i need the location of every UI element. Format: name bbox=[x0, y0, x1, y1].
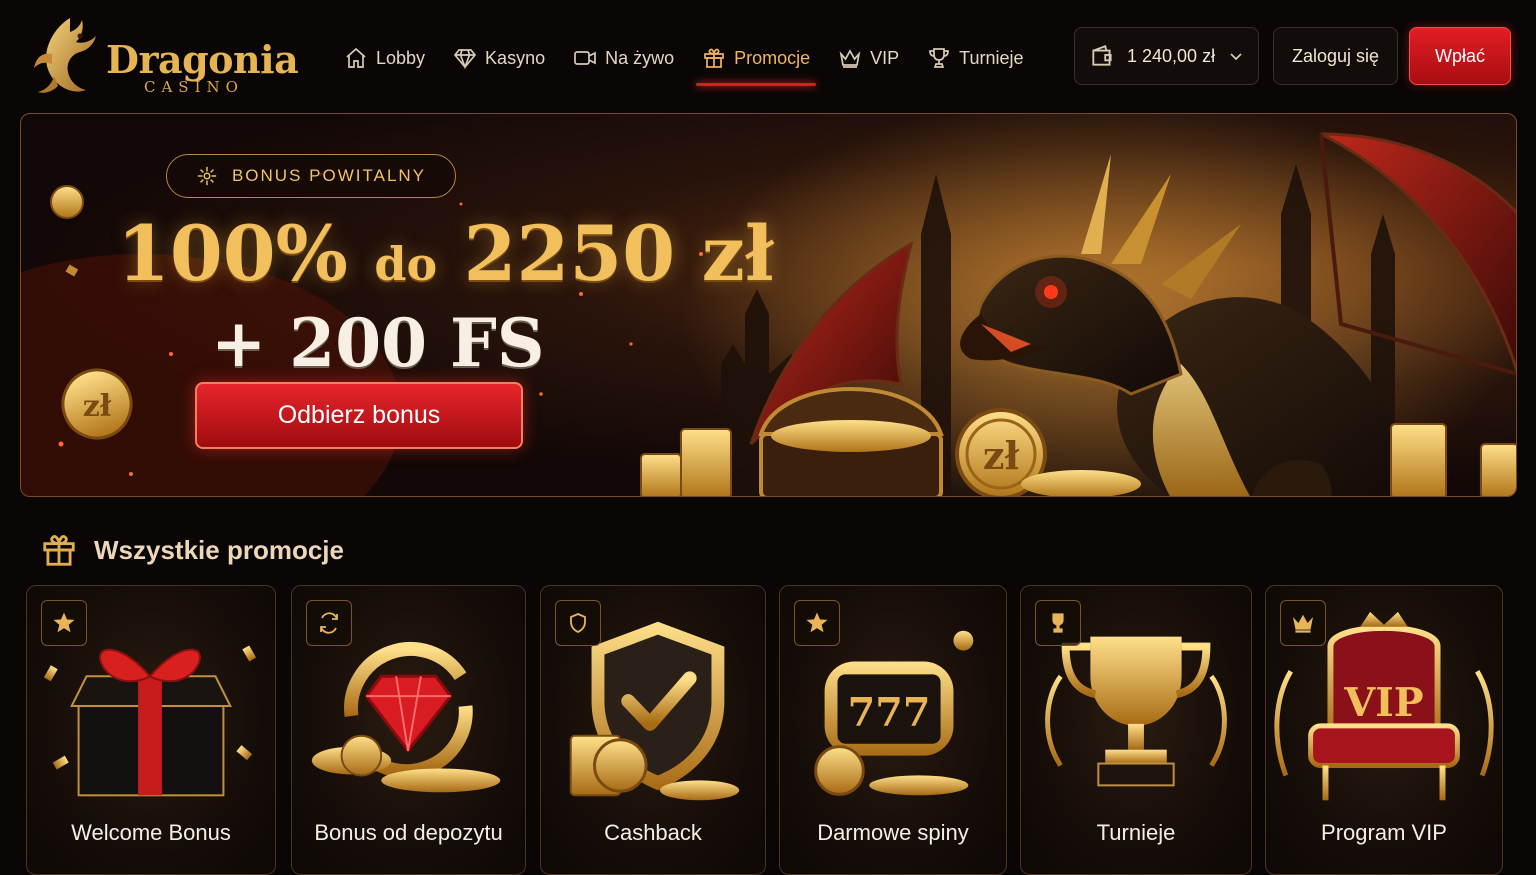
video-icon bbox=[574, 51, 596, 65]
promotions-title: Wszystkie promocje bbox=[94, 534, 344, 565]
nav-label: Turnieje bbox=[959, 47, 1024, 68]
nav-kasyno[interactable]: Kasyno bbox=[439, 34, 559, 82]
card-label: Program VIP bbox=[1321, 820, 1447, 845]
crown-icon bbox=[839, 49, 861, 68]
sparkle-icon bbox=[197, 166, 217, 186]
shield-icon bbox=[570, 613, 586, 634]
brand-subtitle: CASINO bbox=[144, 78, 244, 96]
dragon-logo-icon bbox=[34, 18, 96, 93]
promo-card-welcome-bonus[interactable]: Welcome Bonus bbox=[26, 585, 276, 875]
bonus-badge-label: BONUS POWITALNY bbox=[231, 166, 427, 185]
bonus-amount: 2250 zł bbox=[463, 209, 775, 298]
free-spins-line: + 200 FS bbox=[211, 304, 545, 382]
promo-card-deposit-bonus[interactable]: Bonus od depozytu bbox=[291, 585, 526, 875]
coin-symbol-left: zł bbox=[83, 389, 112, 424]
promo-card-tournaments[interactable]: Turnieje bbox=[1020, 585, 1252, 875]
welcome-bonus-banner[interactable]: zł zł BONUS POWITALNY 100% do 2250 zł + … bbox=[20, 113, 1517, 497]
card-label: Cashback bbox=[604, 820, 702, 845]
login-button[interactable]: Zaloguj się bbox=[1273, 27, 1398, 85]
gift-icon bbox=[43, 535, 75, 566]
card-label: Bonus od depozytu bbox=[314, 820, 503, 845]
hero-headline: 100% do 2250 zł + 200 FS bbox=[117, 212, 777, 382]
nav-label: Lobby bbox=[376, 47, 426, 68]
slot-sevens: 777 bbox=[848, 690, 931, 736]
card-label: Turnieje bbox=[1096, 820, 1176, 845]
card-badge bbox=[555, 600, 601, 646]
promo-card-cashback[interactable]: Cashback bbox=[540, 585, 766, 875]
trophy-icon bbox=[1052, 613, 1064, 633]
crown-icon bbox=[1292, 614, 1314, 633]
nav-label: Kasyno bbox=[485, 47, 546, 68]
refresh-icon bbox=[320, 612, 338, 634]
home-icon bbox=[346, 47, 366, 68]
nav-na-zywo[interactable]: Na żywo bbox=[559, 34, 688, 82]
promotions-section-header: Wszystkie promocje bbox=[40, 528, 344, 572]
star-icon bbox=[53, 612, 75, 633]
nav-label: Promocje bbox=[734, 47, 811, 68]
nav-label: Na żywo bbox=[605, 47, 675, 68]
wallet-balance: 1 240,00 zł bbox=[1127, 45, 1216, 66]
promo-card-vip-program[interactable]: VIP Program VIP bbox=[1265, 585, 1503, 875]
nav-lobby[interactable]: Lobby bbox=[330, 34, 439, 82]
bonus-badge: BONUS POWITALNY bbox=[166, 154, 456, 198]
card-badge bbox=[306, 600, 352, 646]
nav-vip[interactable]: VIP bbox=[824, 34, 913, 82]
brand-name: Dragonia bbox=[106, 37, 299, 82]
card-badge bbox=[1035, 600, 1081, 646]
card-label: Welcome Bonus bbox=[71, 820, 231, 845]
bonus-connector: do bbox=[374, 237, 438, 291]
vip-throne-text: VIP bbox=[1343, 680, 1423, 726]
diamond-icon bbox=[453, 49, 477, 70]
wallet-balance-dropdown[interactable]: 1 240,00 zł bbox=[1074, 27, 1259, 85]
nav-label: VIP bbox=[870, 47, 900, 68]
promo-card-free-spins[interactable]: 777 Darmowe spiny bbox=[779, 585, 1007, 875]
card-badge bbox=[41, 600, 87, 646]
card-label: Darmowe spiny bbox=[817, 820, 969, 845]
dragonia-logo[interactable]: Dragonia CASINO bbox=[30, 14, 300, 98]
coin-symbol-large: zł bbox=[983, 433, 1020, 478]
deposit-button[interactable]: Wpłać bbox=[1409, 27, 1511, 85]
card-badge bbox=[794, 600, 840, 646]
chevron-down-icon bbox=[1230, 53, 1242, 61]
wallet-icon bbox=[1092, 45, 1112, 66]
nav-promocje[interactable]: Promocje bbox=[688, 34, 824, 86]
bonus-amount-line: 100% do 2250 zł bbox=[117, 212, 777, 306]
star-icon bbox=[806, 612, 828, 633]
bonus-percent: 100% bbox=[117, 209, 348, 298]
trophy-icon bbox=[929, 48, 950, 68]
nav-turnieje[interactable]: Turnieje bbox=[913, 34, 1037, 82]
claim-bonus-button[interactable]: Odbierz bonus bbox=[195, 382, 523, 449]
top-header: Dragonia CASINO Lobby Kasyno Na żywo Pro… bbox=[0, 0, 1536, 112]
card-badge bbox=[1280, 600, 1326, 646]
main-nav: Lobby Kasyno Na żywo Promocje VIP Turnie… bbox=[330, 34, 1038, 86]
gift-icon bbox=[704, 48, 724, 68]
